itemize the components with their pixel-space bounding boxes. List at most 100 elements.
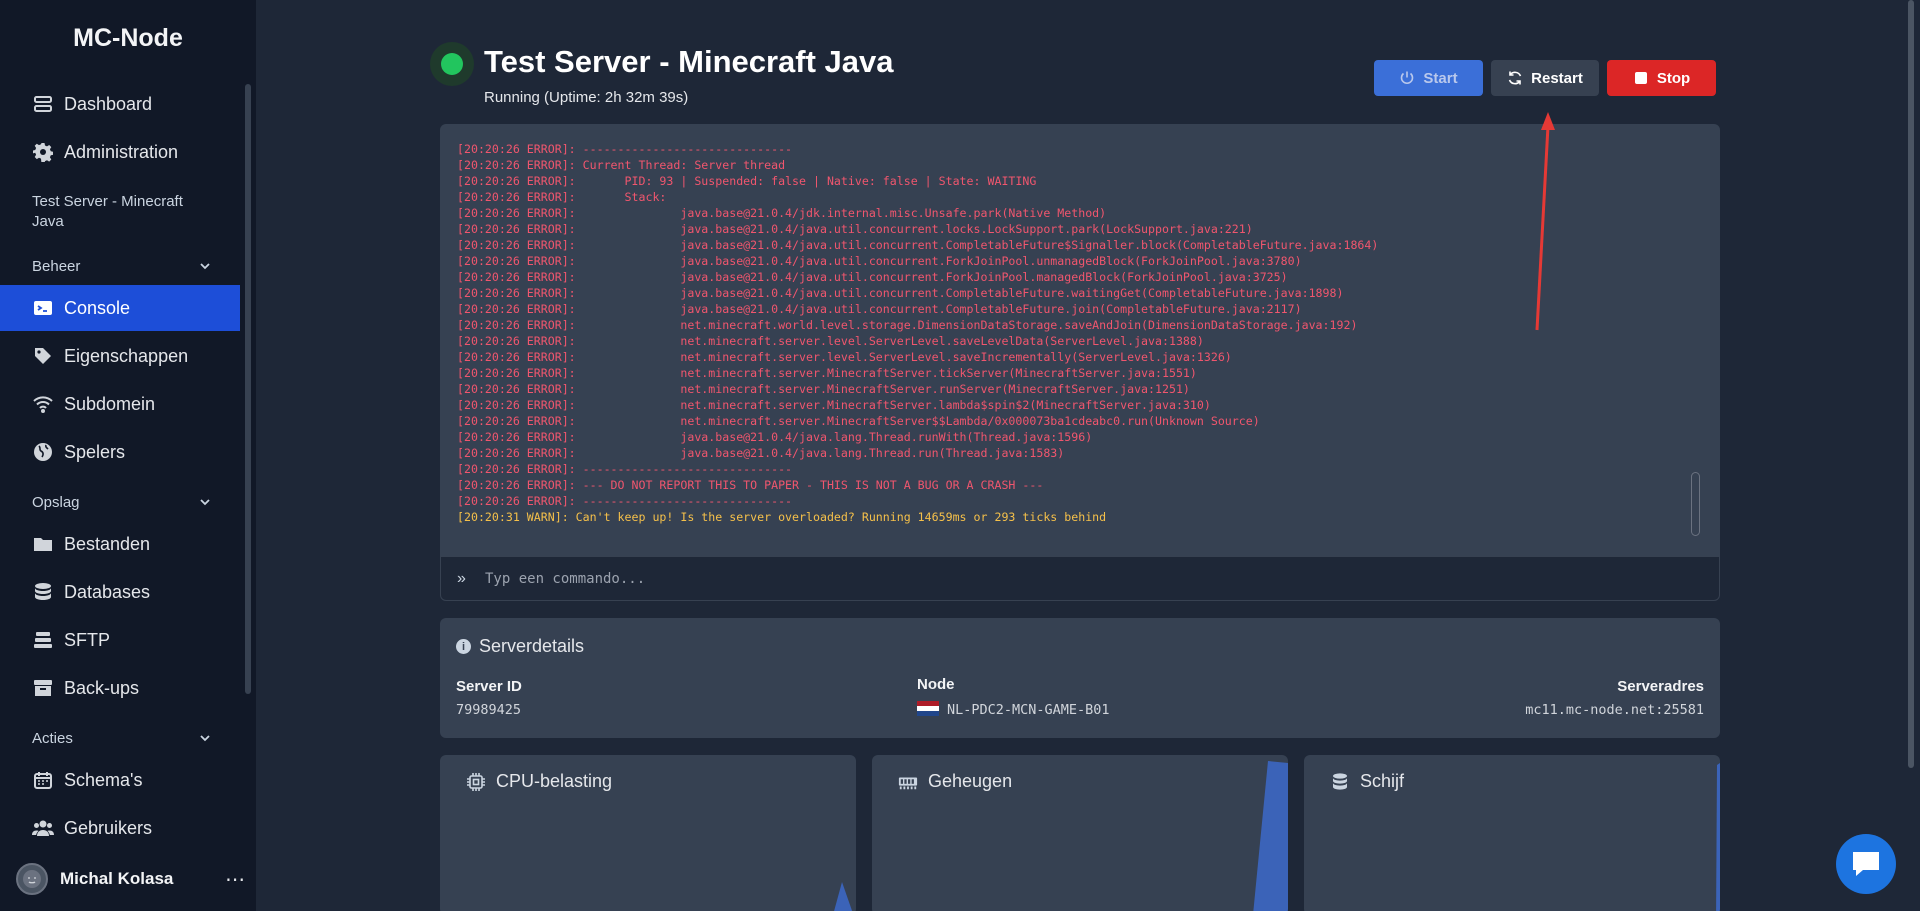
cpu-card: CPU-belasting — [440, 755, 856, 911]
sidebar-item-dashboard[interactable]: Dashboard — [0, 81, 240, 127]
chat-button[interactable] — [1836, 834, 1896, 894]
node-name: NL-PDC2-MCN-GAME-B01 — [947, 702, 1110, 718]
console-line: [20:20:26 ERROR]: Current Thread: Server… — [457, 158, 786, 172]
layers-icon — [32, 629, 54, 651]
netherlands-flag-icon — [917, 701, 939, 716]
server-address-label: Serveradres — [1617, 678, 1704, 695]
chevron-down-icon — [200, 735, 210, 742]
stop-icon — [1634, 72, 1647, 84]
memory-card-label: Geheugen — [928, 771, 1013, 791]
section-beheer[interactable]: Beheer — [32, 254, 212, 278]
terminal-icon — [32, 297, 54, 319]
sidebar-item-spelers[interactable]: Spelers — [0, 429, 240, 475]
sidebar-item-schemas[interactable]: Schema's — [0, 757, 240, 803]
console-line: [20:20:26 ERROR]: java.base@21.0.4/java.… — [457, 286, 1344, 300]
sidebar-item-label: Back-ups — [64, 677, 140, 698]
console-line: [20:20:26 ERROR]: java.base@21.0.4/java.… — [457, 430, 1093, 444]
console-line: [20:20:26 ERROR]: ----------------------… — [457, 494, 793, 508]
tag-icon — [32, 345, 54, 367]
server-id-value: 79989425 — [456, 702, 522, 718]
disk-card-label: Schijf — [1360, 771, 1405, 791]
status-dot — [441, 53, 463, 75]
gear-icon — [32, 141, 54, 163]
console-output[interactable]: [20:20:26 ERROR]: ----------------------… — [440, 124, 1720, 556]
chevrons-right-icon: » — [457, 569, 466, 587]
sidebar-item-eigenschappen[interactable]: Eigenschappen — [0, 333, 240, 379]
sidebar-item-administration[interactable]: Administration — [0, 129, 240, 175]
sidebar-item-label: Spelers — [64, 441, 126, 462]
server-details-title: i Serverdetails — [456, 636, 584, 657]
section-acties[interactable]: Acties — [32, 726, 212, 750]
memory-card: Geheugen — [872, 755, 1288, 911]
avatar — [16, 863, 48, 895]
more-options-icon[interactable]: ⋯ — [225, 867, 246, 892]
archive-icon — [32, 677, 54, 699]
sidebar-item-console[interactable]: Console — [0, 285, 240, 331]
wifi-icon — [32, 393, 54, 415]
console-line: [20:20:26 ERROR]: PID: 93 | Suspended: f… — [457, 174, 1037, 188]
brand-logo[interactable]: MC-Node — [0, 24, 256, 53]
sidebar-item-back-ups[interactable]: Back-ups — [0, 665, 240, 711]
page-scrollbar[interactable] — [1908, 0, 1914, 768]
section-label: Acties — [32, 729, 73, 747]
stop-button[interactable]: Stop — [1607, 60, 1716, 96]
sidebar-item-label: Schema's — [64, 769, 143, 790]
sidebar-item-label: Databases — [64, 581, 151, 602]
command-input[interactable] — [485, 570, 1685, 587]
cpu-card-label: CPU-belasting — [496, 771, 613, 791]
globe-icon — [32, 441, 54, 463]
sidebar-item-sftp[interactable]: SFTP — [0, 617, 240, 663]
section-opslag[interactable]: Opslag — [32, 490, 212, 514]
chat-bubble-icon — [1853, 852, 1879, 876]
section-label: Opslag — [32, 493, 80, 511]
console-log: [20:20:26 ERROR]: ----------------------… — [457, 141, 1677, 525]
console-line: [20:20:26 ERROR]: net.minecraft.server.l… — [457, 334, 1204, 348]
server-uptime-status: Running (Uptime: 2h 32m 39s) — [484, 89, 689, 106]
details-heading: Serverdetails — [479, 636, 585, 656]
sidebar-item-label: SFTP — [64, 629, 111, 650]
server-id-label: Server ID — [456, 678, 522, 695]
sidebar-item-label: Eigenschappen — [64, 345, 189, 366]
console-line: [20:20:26 ERROR]: java.base@21.0.4/jdk.i… — [457, 206, 1107, 220]
server-details-card: i Serverdetails Server ID 79989425 Node … — [440, 618, 1720, 738]
server-address-value[interactable]: mc11.mc-node.net:25581 — [1525, 702, 1704, 718]
sidebar-item-bestanden[interactable]: Bestanden — [0, 521, 240, 567]
sidebar-item-label: Subdomein — [64, 393, 156, 414]
user-name: Michal Kolasa — [60, 869, 174, 888]
calendar-icon — [32, 769, 54, 791]
cpu-icon — [467, 772, 485, 791]
disk-icon — [1333, 772, 1347, 790]
start-button[interactable]: Start — [1374, 60, 1483, 96]
folder-icon — [32, 533, 54, 555]
disk-card: Schijf — [1304, 755, 1720, 911]
console-line: [20:20:26 ERROR]: java.base@21.0.4/java.… — [457, 302, 1302, 316]
console-line: [20:20:26 ERROR]: net.minecraft.server.M… — [457, 398, 1211, 412]
sidebar-scrollbar[interactable] — [245, 84, 251, 694]
user-menu[interactable]: Michal Kolasa ⋯ — [16, 862, 246, 896]
chevron-down-icon — [200, 499, 210, 506]
console-line: [20:20:26 ERROR]: net.minecraft.world.le… — [457, 318, 1358, 332]
console-line: [20:20:26 ERROR]: java.base@21.0.4/java.… — [457, 254, 1302, 268]
chevron-down-icon — [200, 263, 210, 270]
console-line: [20:20:26 ERROR]: ----------------------… — [457, 142, 793, 156]
server-stack-icon — [32, 93, 54, 115]
memory-card-title: Geheugen — [898, 771, 1012, 792]
console-line: [20:20:26 ERROR]: ----------------------… — [457, 462, 793, 476]
console-line: [20:20:26 ERROR]: java.base@21.0.4/java.… — [457, 222, 1253, 236]
console-line: [20:20:31 WARN]: Can't keep up! Is the s… — [457, 510, 1107, 524]
refresh-icon — [1508, 71, 1522, 85]
server-status-indicator — [430, 42, 474, 86]
console-line: [20:20:26 ERROR]: net.minecraft.server.l… — [457, 350, 1232, 364]
restart-button[interactable]: Restart — [1491, 60, 1599, 96]
sidebar-item-subdomein[interactable]: Subdomein — [0, 381, 240, 427]
console-scrollbar[interactable] — [1691, 472, 1700, 536]
sidebar: MC-Node Dashboard Administration Test Se… — [0, 0, 256, 911]
console-line: [20:20:26 ERROR]: java.base@21.0.4/java.… — [457, 270, 1288, 284]
disk-card-title: Schijf — [1330, 771, 1404, 792]
console-line: [20:20:26 ERROR]: net.minecraft.server.M… — [457, 382, 1190, 396]
restart-button-label: Restart — [1531, 69, 1583, 87]
console-line: [20:20:26 ERROR]: Stack: — [457, 190, 667, 204]
sidebar-item-databases[interactable]: Databases — [0, 569, 240, 615]
sidebar-item-gebruikers[interactable]: Gebruikers — [0, 805, 240, 851]
power-icon — [1401, 71, 1414, 85]
